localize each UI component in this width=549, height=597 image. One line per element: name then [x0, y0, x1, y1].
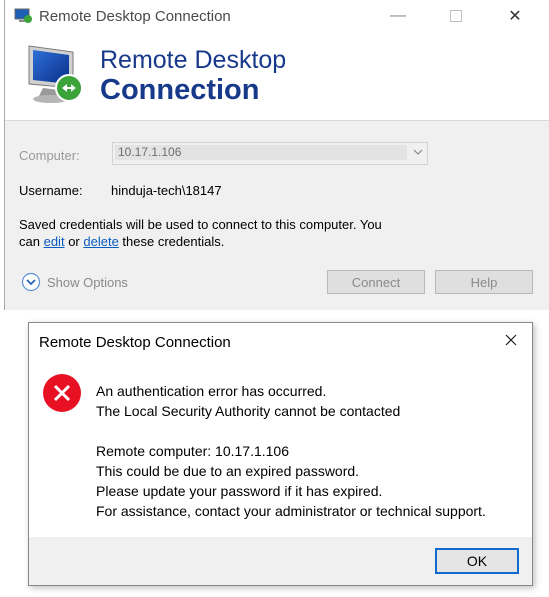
maximize-icon[interactable]: [433, 0, 479, 32]
rdp-monitor-icon: [28, 45, 83, 103]
close-icon[interactable]: [501, 330, 521, 350]
creds-or: or: [68, 234, 80, 249]
edit-credentials-link[interactable]: edit: [44, 234, 65, 249]
banner-title-line1: Remote Desktop: [100, 46, 287, 74]
error-line4: This could be due to an expired password…: [96, 463, 360, 479]
error-line5: Please update your password if it has ex…: [96, 483, 383, 499]
saved-credentials-text: Saved credentials will be used to connec…: [19, 216, 439, 250]
rdp-window: Remote Desktop Connection — ✕ Remote Des…: [4, 0, 549, 310]
error-icon: [43, 374, 81, 412]
ok-button[interactable]: OK: [435, 548, 519, 574]
computer-label: Computer:: [19, 148, 80, 163]
error-line1: An authentication error has occurred.: [96, 383, 327, 399]
error-line6: For assistance, contact your administrat…: [96, 503, 486, 519]
dialog-title: Remote Desktop Connection: [39, 334, 231, 351]
username-label: Username:: [19, 183, 83, 198]
help-button[interactable]: Help: [435, 270, 533, 294]
computer-combobox[interactable]: 10.17.1.106: [112, 142, 428, 165]
close-icon[interactable]: ✕: [492, 0, 538, 32]
chevron-down-icon[interactable]: [412, 146, 424, 158]
connection-form: Computer: 10.17.1.106 Username: hinduja-…: [5, 121, 549, 310]
username-value: hinduja-tech\18147: [111, 183, 222, 198]
show-options-chevron-icon[interactable]: [21, 272, 41, 292]
creds-rest: these credentials.: [122, 234, 225, 249]
window-title: Remote Desktop Connection: [39, 8, 231, 25]
error-message: An authentication error has occurred. Th…: [96, 381, 486, 521]
minimize-icon[interactable]: —: [375, 0, 421, 32]
computer-value: 10.17.1.106: [115, 145, 407, 160]
show-options-label: Show Options: [47, 274, 128, 290]
rdp-app-icon: [14, 8, 32, 23]
delete-credentials-link[interactable]: delete: [83, 234, 118, 249]
titlebar: Remote Desktop Connection — ✕: [5, 0, 549, 32]
error-dialog: Remote Desktop Connection An authenticat…: [28, 322, 533, 586]
banner: Remote Desktop Connection: [5, 32, 549, 121]
connect-button[interactable]: Connect: [327, 270, 425, 294]
creds-line1: Saved credentials will be used to connec…: [19, 217, 382, 232]
show-options-toggle[interactable]: Show Options: [21, 272, 128, 292]
creds-can: can: [19, 234, 40, 249]
banner-title-line2: Connection: [100, 74, 260, 106]
error-line2: The Local Security Authority cannot be c…: [96, 403, 401, 419]
dialog-footer: OK: [29, 537, 532, 585]
error-line3: Remote computer: 10.17.1.106: [96, 443, 290, 459]
